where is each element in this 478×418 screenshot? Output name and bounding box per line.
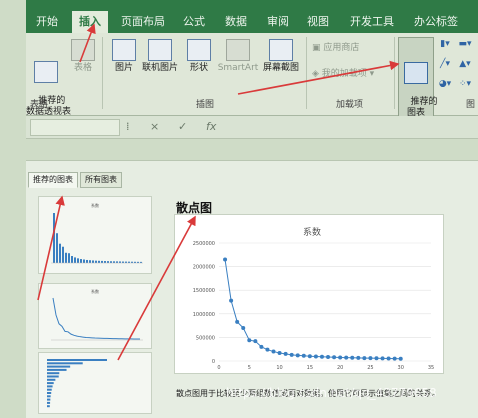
arrow-to-scatter-chart	[117, 215, 196, 361]
arrow-to-recommended-charts	[237, 60, 400, 95]
annotation-arrows	[37, 23, 400, 361]
arrow-to-insert-tab	[79, 23, 96, 63]
arrow-to-recommended-tab	[37, 195, 65, 301]
